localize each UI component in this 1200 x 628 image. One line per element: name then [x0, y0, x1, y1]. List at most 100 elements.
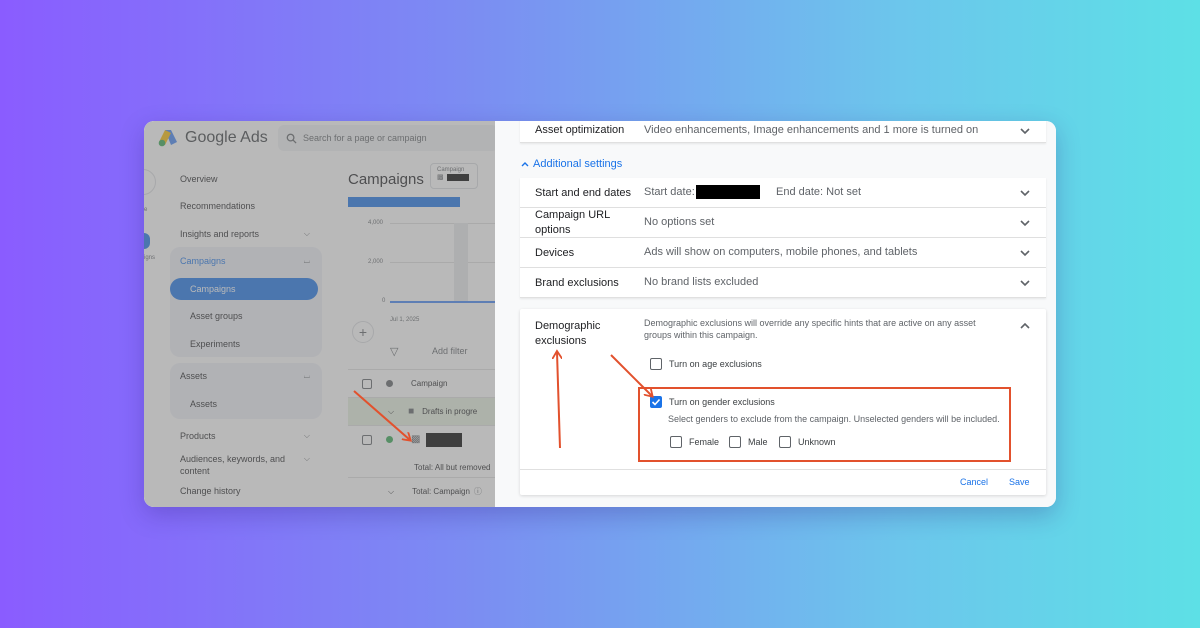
chevron-down-icon[interactable]: [1018, 124, 1032, 138]
cancel-button[interactable]: Cancel: [960, 477, 988, 487]
gender-female-checkbox[interactable]: [670, 436, 682, 448]
table-header: Campaign: [348, 369, 495, 397]
row-checkbox[interactable]: [362, 434, 372, 445]
gender-unknown-checkbox[interactable]: [779, 436, 791, 448]
divider: [520, 469, 1046, 470]
gender-unknown-option[interactable]: Unknown: [779, 436, 836, 448]
y-tick-label: 2,000: [368, 259, 384, 265]
gender-exclusions-option[interactable]: Turn on gender exclusions: [650, 396, 775, 408]
nav-products[interactable]: Products ⌵: [180, 431, 310, 441]
campaign-type-icon: ▩: [411, 434, 421, 445]
nav-insights[interactable]: Insights and reports ⌵: [180, 229, 310, 239]
chevron-down-icon[interactable]: [1018, 186, 1032, 200]
gender-hint: Select genders to exclude from the campa…: [668, 414, 1000, 424]
chevron-down-icon: ⌵: [303, 454, 310, 463]
nav-experiments[interactable]: Experiments: [190, 339, 310, 349]
campaign-settings-panel: Asset optimization Video enhancements, I…: [495, 121, 1056, 507]
nav-overview[interactable]: Overview: [180, 174, 310, 184]
gender-exclusions-checkbox[interactable]: [650, 396, 662, 408]
save-button[interactable]: Save: [1009, 477, 1030, 487]
google-ads-app: Google Ads Search for a page or campaign…: [144, 121, 495, 507]
help-icon[interactable]: ⓘ: [474, 486, 482, 497]
nav-asset-groups[interactable]: Asset groups: [190, 311, 310, 321]
additional-settings-label: Additional settings: [533, 158, 623, 170]
drafts-label: Drafts in progre: [422, 407, 478, 416]
y-tick-label: 4,000: [368, 220, 384, 226]
table-row-drafts[interactable]: ⌵ ■ Drafts in progre: [348, 397, 495, 425]
search-icon: [286, 133, 297, 144]
chevron-down-icon[interactable]: ⌵: [388, 487, 394, 497]
setting-campaign-url-options[interactable]: Campaign URL options No options set: [520, 208, 1046, 238]
additional-settings-toggle[interactable]: Additional settings: [520, 158, 622, 170]
chart-metric-bar[interactable]: [348, 197, 460, 207]
setting-asset-optimization[interactable]: Asset optimization Video enhancements, I…: [520, 121, 1046, 143]
setting-devices[interactable]: Devices Ads will show on computers, mobi…: [520, 238, 1046, 268]
google-ads-logo[interactable]: Google Ads: [158, 129, 268, 147]
y-tick-label: 0: [382, 298, 386, 304]
rail-label-campaigns: igns: [144, 255, 156, 261]
table-row-campaign[interactable]: ▩: [348, 425, 495, 453]
status-header-icon: [386, 380, 393, 387]
chevron-up-icon[interactable]: [1018, 319, 1032, 333]
nav-assets-group[interactable]: Assets ⌴: [180, 371, 310, 381]
setting-value: Ads will show on computers, mobile phone…: [644, 246, 918, 258]
age-exclusions-checkbox[interactable]: [650, 358, 662, 370]
demographic-description: Demographic exclusions will override any…: [644, 318, 976, 340]
search-placeholder: Search for a page or campaign: [303, 133, 427, 143]
chevron-up-icon: [521, 162, 529, 167]
campaign-filter-chip[interactable]: Campaign ▩: [430, 163, 478, 189]
x-tick-label: Jul 1, 2025: [390, 317, 420, 323]
setting-value: No brand lists excluded: [644, 276, 759, 288]
rail-create-button[interactable]: [144, 169, 156, 195]
setting-title: Asset optimization: [535, 124, 625, 136]
nav-campaigns-active[interactable]: Campaigns: [170, 278, 318, 300]
setting-brand-exclusions[interactable]: Brand exclusions No brand lists excluded: [520, 268, 1046, 298]
age-exclusions-option[interactable]: Turn on age exclusions: [650, 358, 762, 370]
end-date-label: End date: Not set: [776, 186, 861, 198]
redacted-campaign-name: [426, 432, 463, 447]
setting-start-end-dates[interactable]: Start and end dates Start date: End date…: [520, 178, 1046, 208]
add-filter-link[interactable]: Add filter: [432, 346, 468, 356]
page-title: Campaigns: [348, 171, 424, 188]
gridline: [390, 262, 495, 263]
setting-value: Video enhancements, Image enhancements a…: [644, 124, 979, 136]
gender-exclusions-label: Turn on gender exclusions: [669, 397, 775, 407]
chevron-down-icon[interactable]: [1018, 276, 1032, 290]
rail-campaigns-indicator[interactable]: [144, 233, 150, 249]
brand-name: Google Ads: [185, 129, 268, 146]
gridline: [390, 223, 495, 224]
select-all-checkbox[interactable]: [362, 378, 372, 389]
redacted-start-date: [696, 185, 760, 199]
chevron-down-icon[interactable]: ⌵: [388, 407, 394, 417]
chevron-up-icon: ⌴: [303, 256, 310, 265]
age-exclusions-label: Turn on age exclusions: [669, 359, 762, 369]
nav-recommendations[interactable]: Recommendations: [180, 201, 310, 211]
chevron-down-icon: ⌵: [303, 431, 310, 440]
gender-male-option[interactable]: Male: [729, 436, 768, 448]
nav-assets[interactable]: Assets: [190, 399, 310, 409]
chip-value: ▩: [437, 173, 471, 181]
nav-change-history[interactable]: Change history: [180, 486, 310, 496]
gender-male-checkbox[interactable]: [729, 436, 741, 448]
nav-campaigns-group[interactable]: Campaigns ⌴: [180, 256, 310, 266]
add-campaign-button[interactable]: +: [352, 321, 374, 343]
status-enabled-icon: [386, 436, 393, 443]
gender-unknown-label: Unknown: [798, 437, 836, 447]
chevron-up-icon: ⌴: [303, 371, 310, 380]
chevron-down-icon: ⌵: [303, 229, 310, 238]
table-total-campaign: ⌵ Total: Campaign ⓘ: [348, 477, 495, 505]
global-search[interactable]: Search for a page or campaign: [278, 125, 495, 151]
filter-icon[interactable]: ▽: [390, 345, 398, 358]
setting-title: Campaign URL options: [535, 209, 610, 236]
checkmark-icon: [651, 398, 661, 406]
setting-title: Demographic exclusions: [535, 320, 601, 347]
nav-audiences[interactable]: Audiences, keywords, and content ⌵: [180, 453, 310, 477]
folder-icon: ■: [408, 406, 415, 417]
chevron-down-icon[interactable]: [1018, 216, 1032, 230]
chevron-down-icon[interactable]: [1018, 246, 1032, 260]
gender-female-label: Female: [689, 437, 720, 447]
gender-female-option[interactable]: Female: [670, 436, 719, 448]
setting-demographic-exclusions: Demographic exclusions Demographic exclu…: [520, 309, 1046, 495]
gender-male-label: Male: [748, 437, 768, 447]
column-header-campaign[interactable]: Campaign: [411, 379, 447, 388]
